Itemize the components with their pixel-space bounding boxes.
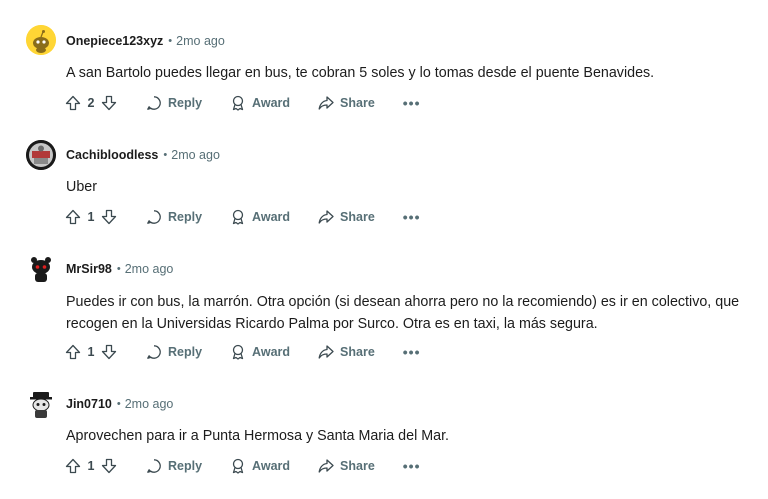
vote-control: 1 — [64, 457, 118, 475]
separator-dot: • — [116, 398, 121, 410]
award-ribbon-icon — [232, 458, 244, 474]
timestamp[interactable]: 2mo ago — [125, 397, 174, 411]
reply-label: Reply — [168, 459, 203, 473]
vote-score: 1 — [87, 459, 95, 473]
upvote-arrow-icon[interactable] — [64, 457, 82, 475]
award-label: Award — [252, 459, 291, 473]
speech-bubble-icon — [147, 459, 161, 473]
avatar[interactable] — [26, 389, 56, 419]
more-options-button[interactable]: ••• — [403, 459, 421, 473]
share-label: Share — [340, 459, 375, 473]
share-button[interactable]: Share — [318, 458, 375, 474]
comment-body: Aprovechen para ir a Punta Hermosa y San… — [66, 428, 450, 444]
snoo-avatar-icon — [26, 389, 56, 419]
award-button[interactable]: Award — [230, 458, 290, 474]
downvote-arrow-icon[interactable] — [100, 457, 118, 475]
comment-meta: Jin0710 • 2mo ago — [66, 395, 173, 413]
comment: Jin0710 • 2mo ago Aprovechen para ir a P… — [0, 0, 768, 499]
share-arrow-icon — [318, 459, 334, 473]
comment-actions: 1 Reply Award Share ••• — [64, 454, 421, 478]
username[interactable]: Jin0710 — [66, 397, 112, 411]
reply-button[interactable]: Reply — [146, 458, 202, 474]
